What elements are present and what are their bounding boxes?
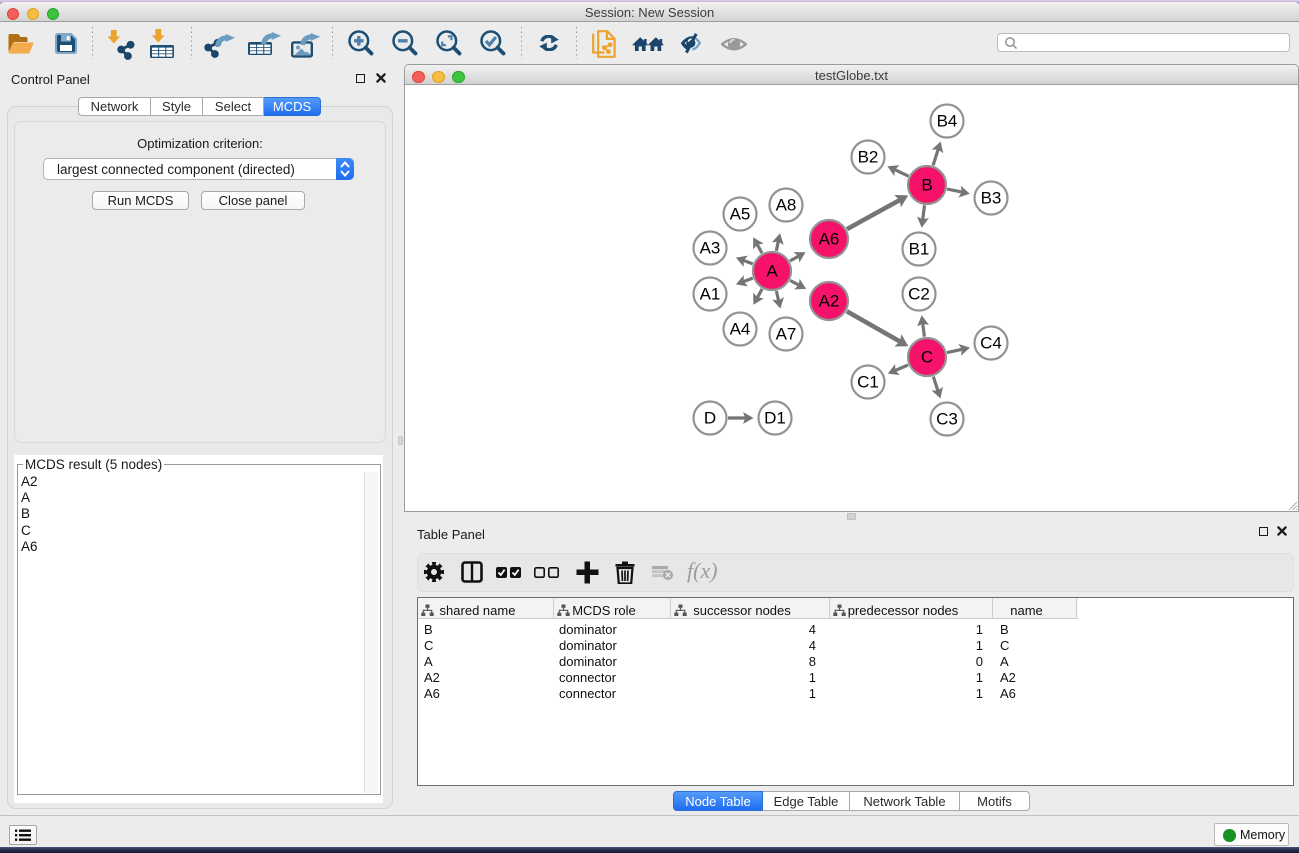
- svg-text:A3: A3: [700, 239, 721, 258]
- svg-text:C2: C2: [908, 285, 930, 304]
- svg-text:B2: B2: [858, 148, 879, 167]
- svg-text:B4: B4: [937, 112, 958, 131]
- svg-text:A8: A8: [776, 196, 797, 215]
- svg-text:D1: D1: [764, 409, 786, 428]
- svg-text:A5: A5: [730, 205, 751, 224]
- svg-text:C1: C1: [857, 373, 879, 392]
- svg-text:A4: A4: [730, 320, 751, 339]
- svg-text:B1: B1: [909, 240, 930, 259]
- svg-text:A7: A7: [776, 325, 797, 344]
- svg-text:C4: C4: [980, 334, 1002, 353]
- svg-text:A6: A6: [819, 230, 840, 249]
- svg-text:A2: A2: [819, 292, 840, 311]
- svg-text:D: D: [704, 409, 716, 428]
- svg-text:A: A: [766, 262, 778, 281]
- svg-text:B3: B3: [981, 189, 1002, 208]
- svg-text:C: C: [921, 348, 933, 367]
- svg-text:B: B: [921, 176, 932, 195]
- svg-text:A1: A1: [700, 285, 721, 304]
- svg-text:C3: C3: [936, 410, 958, 429]
